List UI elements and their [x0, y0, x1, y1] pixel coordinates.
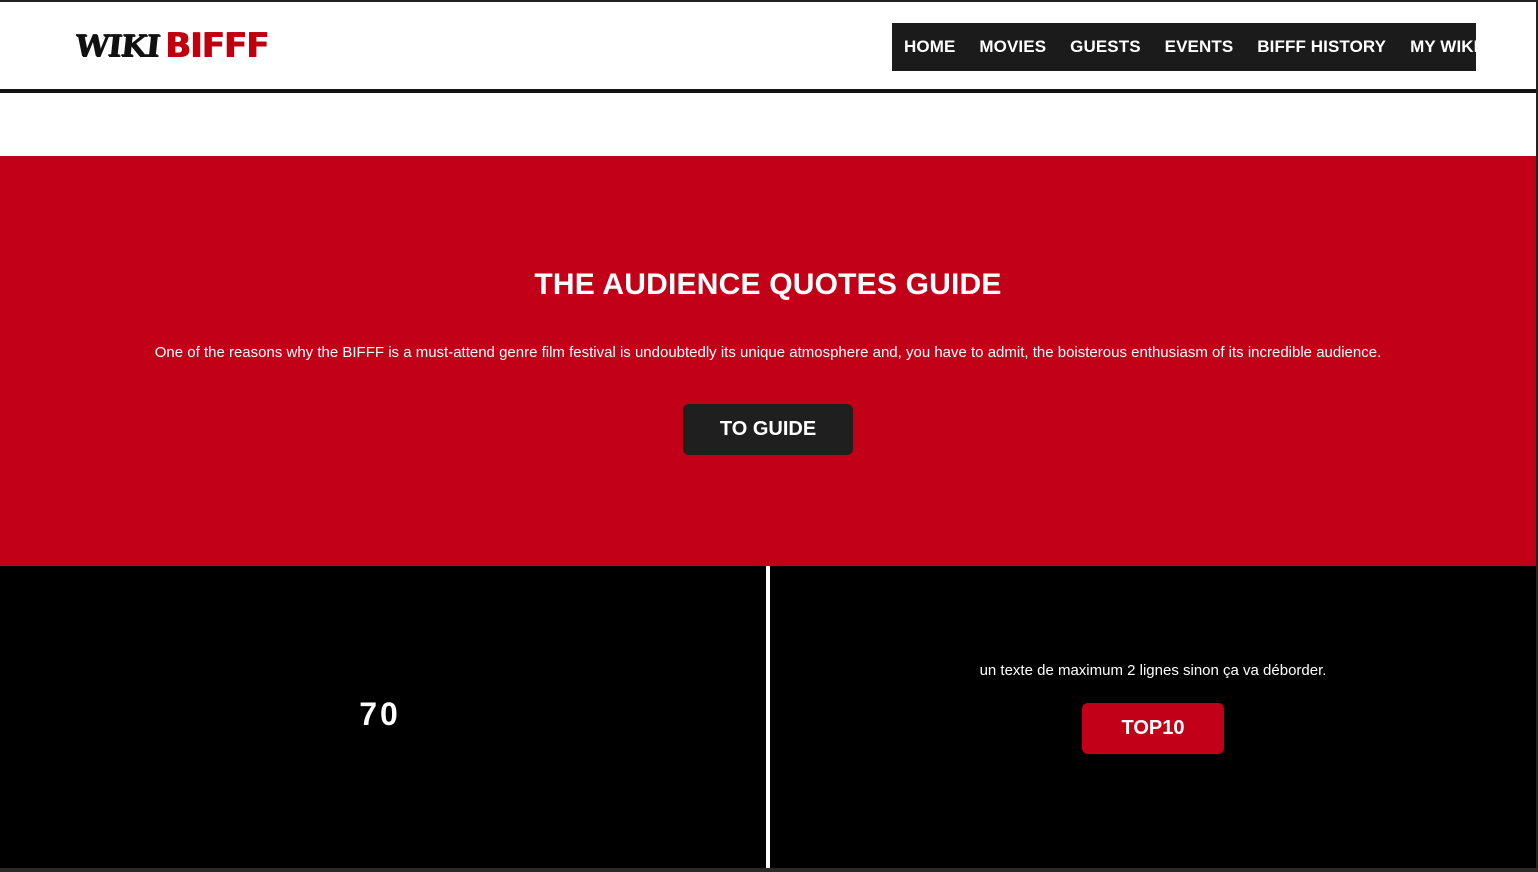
nav-item-label: BIFFF HISTORY [1257, 37, 1387, 56]
main-nav: HOME MOVIES GUESTS EVENTS BIFFF HISTORY … [892, 23, 1501, 71]
nav-item-label: MOVIES [979, 37, 1047, 56]
logo-wiki-text: WIKI [73, 28, 161, 64]
nav-item-label: GUESTS [1070, 37, 1141, 56]
top10-button[interactable]: TOP10 [1082, 703, 1224, 754]
nav-item-home[interactable]: HOME [904, 23, 967, 71]
bottom-section: 70 un texte de maximum 2 lignes sinon ça… [0, 566, 1536, 872]
hero-title: THE AUDIENCE QUOTES GUIDE [534, 268, 1002, 301]
nav-item-movies[interactable]: MOVIES [967, 23, 1058, 71]
hero-description: One of the reasons why the BIFFF is a mu… [154, 344, 1382, 361]
nav-item-guests[interactable]: GUESTS [1058, 23, 1153, 71]
logo-bifff-text: BIFFF [164, 26, 269, 66]
site-header: WIKI BIFFF HOME MOVIES GUESTS EVENTS BIF… [0, 2, 1536, 90]
nav-item-events[interactable]: EVENTS [1153, 23, 1246, 71]
to-guide-button[interactable]: TO GUIDE [683, 404, 853, 455]
nav-item-label: HOME [904, 37, 956, 56]
hero-section: THE AUDIENCE QUOTES GUIDE One of the rea… [0, 156, 1536, 566]
nav-item-label: EVENTS [1164, 37, 1234, 56]
counter-value: 70 [359, 696, 401, 732]
site-logo[interactable]: WIKI BIFFF [73, 26, 269, 66]
column-divider [766, 566, 770, 872]
caret-down-icon [1492, 44, 1501, 50]
nav-item-label: MY WIKI [1410, 37, 1479, 56]
bottom-description: un texte de maximum 2 lignes sinon ça va… [979, 662, 1327, 679]
nav-item-my-wiki[interactable]: MY WIKI [1398, 23, 1512, 71]
footer-edge [0, 868, 1538, 872]
spacer-band [0, 93, 1536, 156]
nav-item-bifff-history[interactable]: BIFFF HISTORY [1245, 23, 1398, 71]
page-frame: WIKI BIFFF HOME MOVIES GUESTS EVENTS BIF… [0, 0, 1538, 872]
